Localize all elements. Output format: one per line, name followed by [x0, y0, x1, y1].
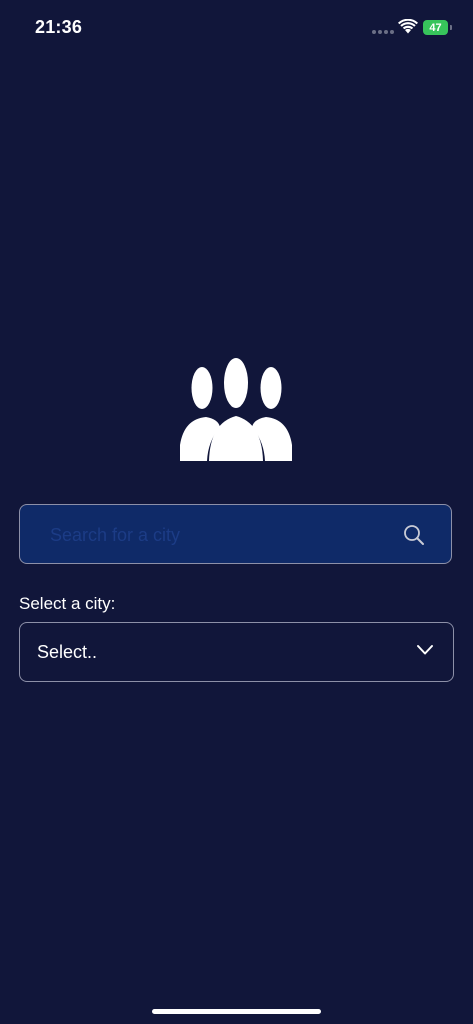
city-dropdown[interactable]: Select.. [19, 622, 454, 682]
home-indicator[interactable] [152, 1009, 321, 1014]
search-icon[interactable] [403, 524, 425, 546]
battery-level: 47 [429, 21, 442, 34]
battery-cap [450, 25, 452, 30]
status-time: 21:36 [35, 17, 83, 37]
search-field[interactable] [19, 504, 452, 565]
dropdown-selected-value: Select.. [37, 642, 98, 662]
battery-indicator: 47 [423, 20, 448, 35]
wifi-icon [398, 19, 418, 34]
select-city-label: Select a city: [19, 594, 116, 613]
search-input[interactable] [48, 505, 392, 565]
people-group-icon [180, 358, 292, 461]
cellular-signal-icon [372, 30, 394, 34]
chevron-down-icon [417, 645, 433, 655]
status-bar: 21:36 47 [0, 0, 473, 56]
